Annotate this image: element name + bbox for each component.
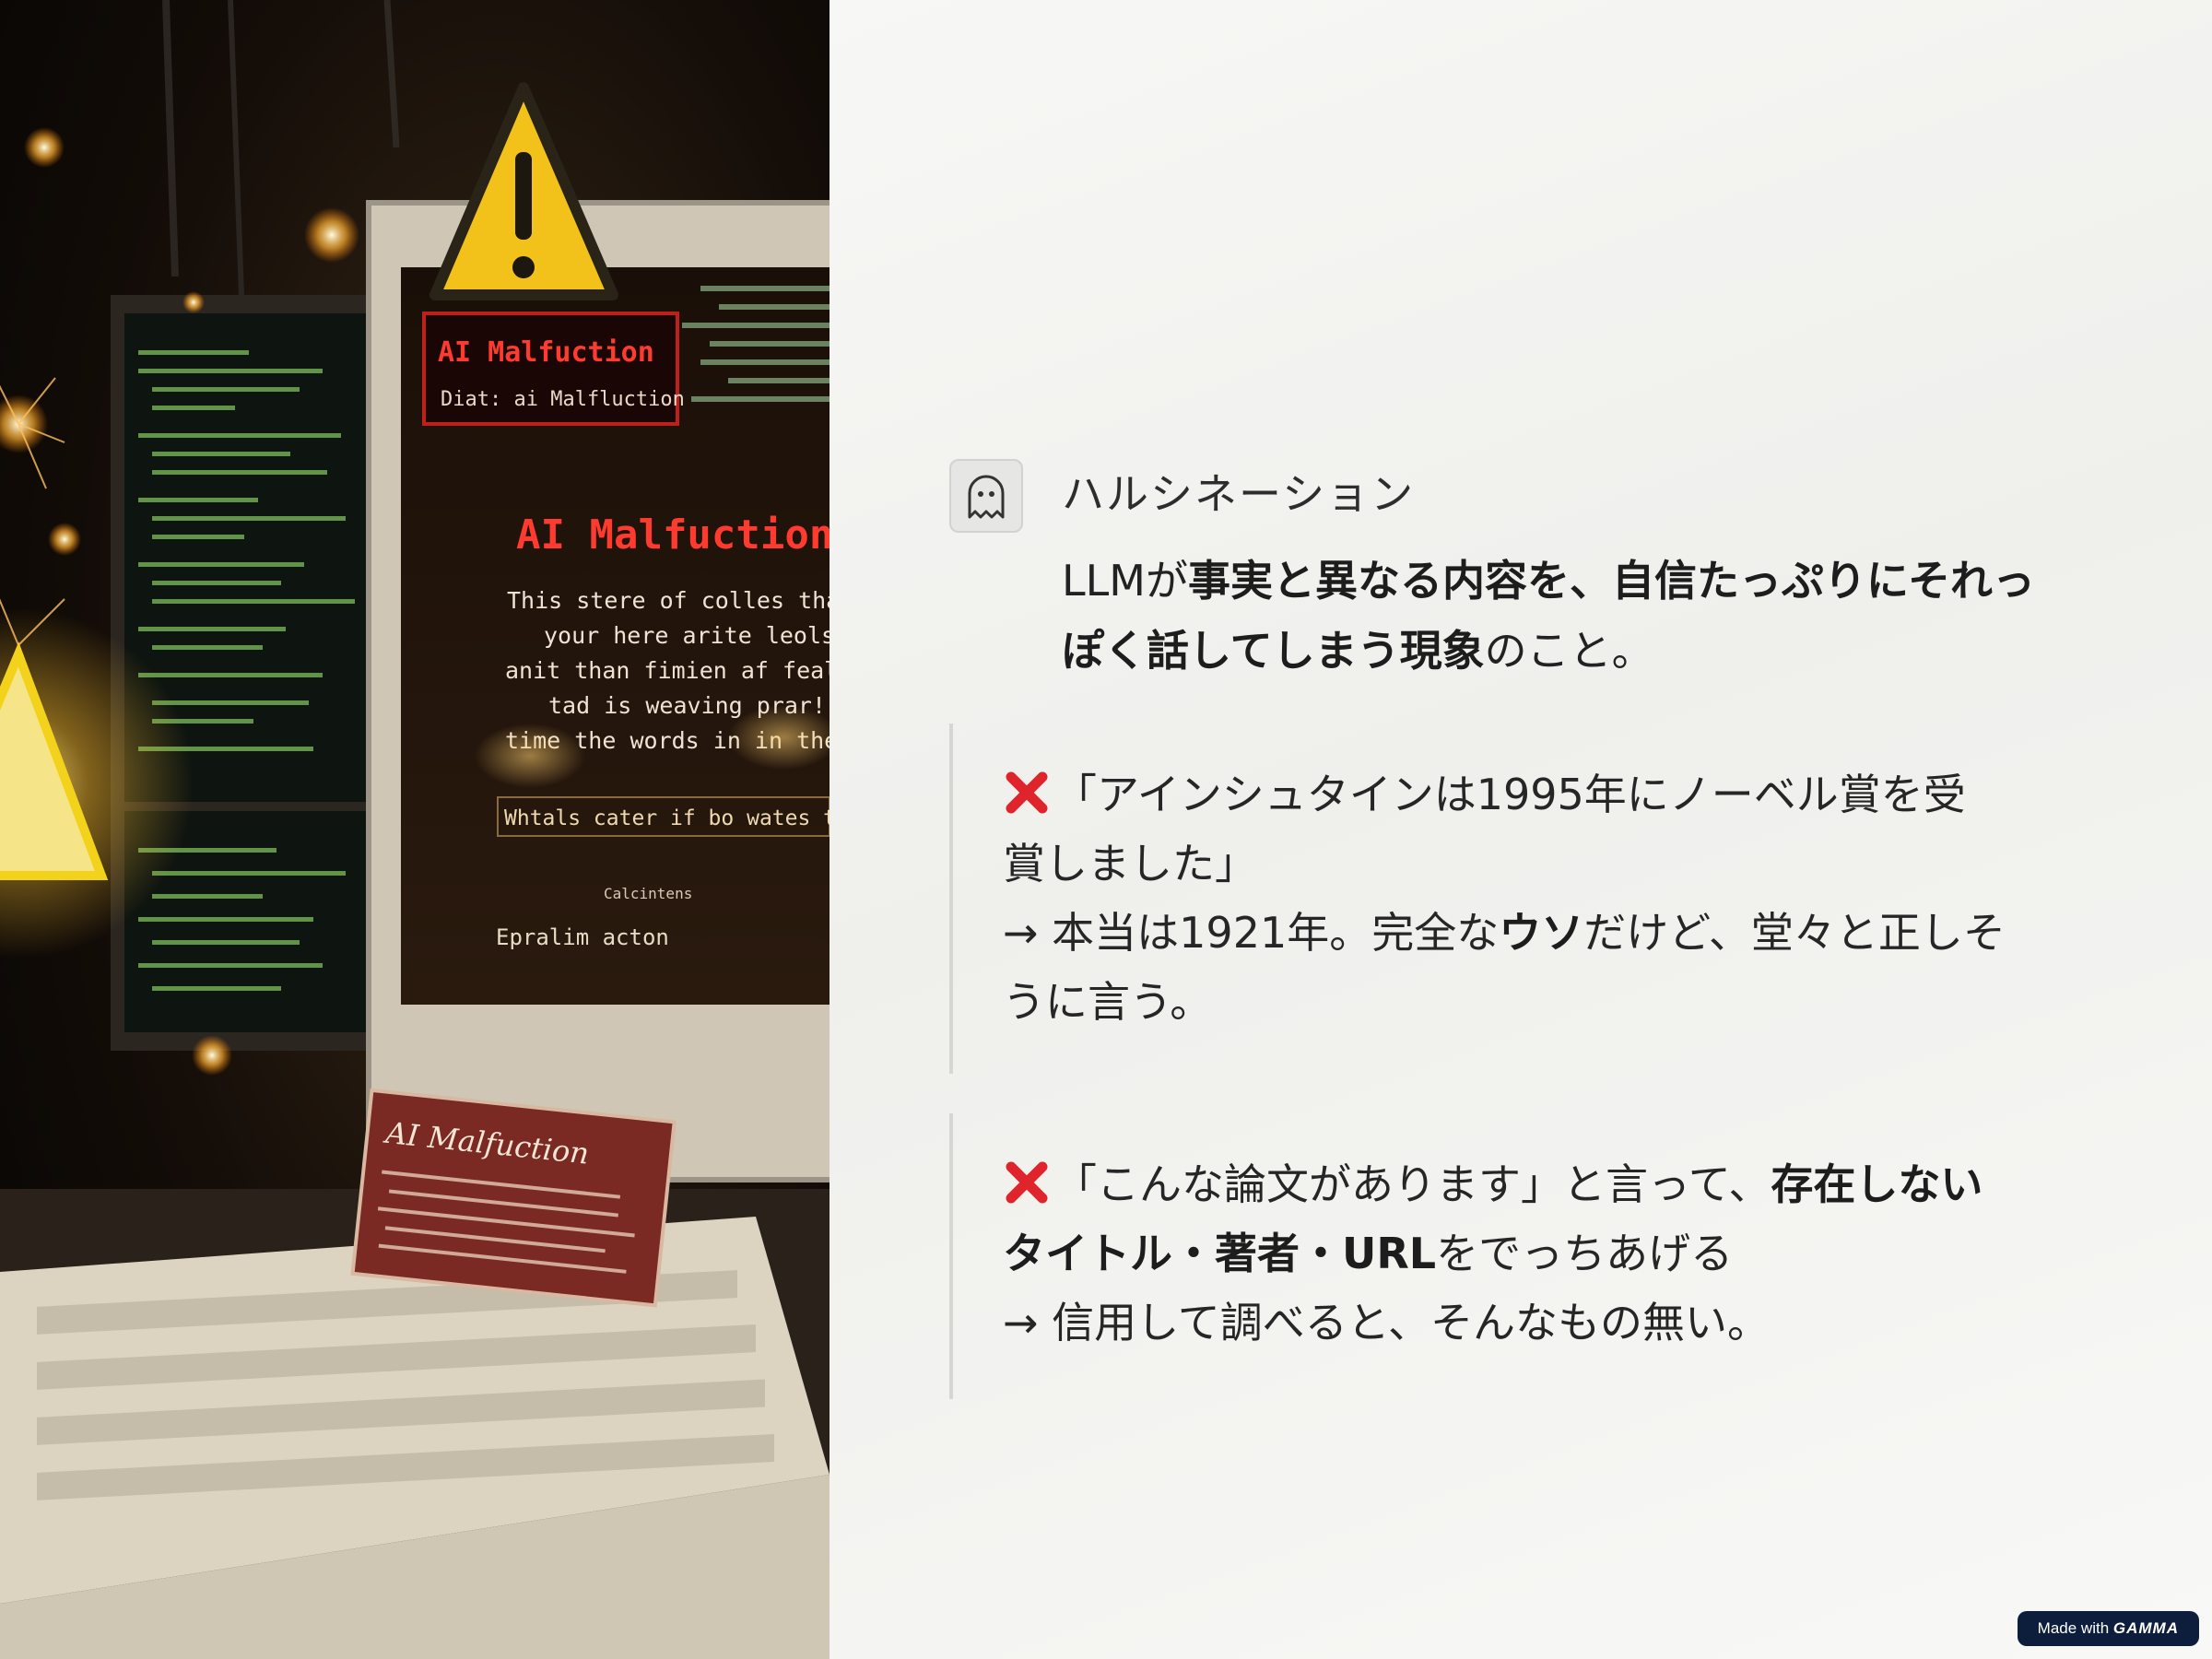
ghost-icon [949, 459, 1023, 533]
example-2-line-1-suffix: をでっちあげる [1436, 1229, 1734, 1278]
warning-sign-icon [429, 82, 618, 300]
screen-line-2: your here arite leols [544, 622, 830, 649]
screen-line-1: This stere of colles thalread, [507, 587, 830, 614]
screen-heading: AI Malfuction [516, 512, 830, 559]
example-block-1: 「アインシュタインは1995年にノーベル賞を受賞しました」 → 本当は1921年… [949, 724, 2006, 1074]
made-with-gamma-badge[interactable]: Made with GAMMA [2017, 1611, 2199, 1646]
callout-body-prefix: LLMが [1062, 556, 1188, 606]
callout-body-suffix: のこと。 [1484, 626, 1654, 676]
screen-title: AI Malfuction [438, 336, 654, 369]
badge-brand: GAMMA [2112, 1619, 2179, 1637]
badge-prefix: Made with [2037, 1619, 2110, 1637]
callout-body: LLMが事実と異なる内容を、自信たっぷりにそれっぽく話してしまう現象のこと。 [1062, 546, 2039, 686]
example-1-line-2-bold: ウソ [1499, 908, 1584, 958]
example-2-line-1-prefix: 「こんな論文があります」と言って、 [1054, 1159, 1771, 1209]
screen-subtitle: Diat: ai Malfluction [441, 388, 685, 411]
example-block-2: 「こんな論文があります」と言って、存在しないタイトル・著者・URLをでっちあげる… [949, 1113, 2000, 1399]
cross-mark-icon [1006, 771, 1048, 814]
callout-title: ハルシネーション [1062, 469, 1416, 519]
screen-prompt: Whtals cater if bo wates to lupe! [504, 806, 830, 830]
example-2-text: 「こんな論文があります」と言って、存在しないタイトル・著者・URLをでっちあげる… [1003, 1150, 2007, 1358]
ai-malfunction-illustration: AI Malfuction Diat: ai Malfluction AI Ma… [0, 0, 830, 1659]
screen-line-3: anit than fimien af fealleeated [505, 657, 830, 684]
hero-image: AI Malfuction Diat: ai Malfluction AI Ma… [0, 0, 830, 1659]
example-1-line-2-prefix: → 本当は1921年。完全な [1003, 908, 1500, 958]
example-1-text: 「アインシュタインは1995年にノーベル賞を受賞しました」 → 本当は1921年… [1003, 760, 2007, 1037]
screen-action: Epralim acton [496, 924, 669, 950]
example-1-line-1: 「アインシュタインは1995年にノーベル賞を受賞しました」 [1003, 770, 1966, 888]
screen-small-label: Calcintens [604, 885, 692, 902]
example-2-line-2: → 信用して調べると、そんなもの無い。 [1003, 1298, 1770, 1347]
slide-content: ハルシネーション LLMが事実と異なる内容を、自信たっぷりにそれっぽく話してしま… [830, 0, 2212, 1659]
malfunction-card: AI Malfuction [350, 1088, 677, 1308]
cross-mark-icon [1006, 1161, 1048, 1204]
